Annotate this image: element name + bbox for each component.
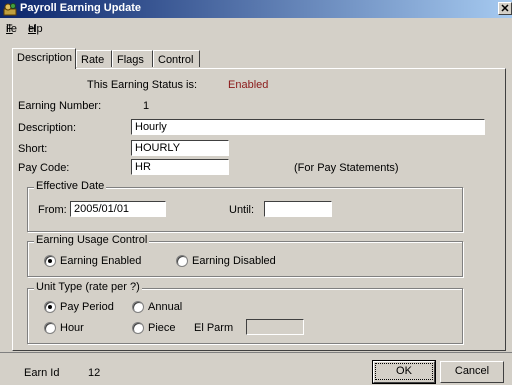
until-date-field[interactable] [264, 201, 332, 217]
tab-description[interactable]: Description [12, 48, 76, 69]
payroll-earning-update-window: Payroll Earning Update ✕ File Help Descr… [0, 0, 512, 385]
close-button[interactable]: ✕ [498, 2, 512, 15]
unit-type-group: Unit Type (rate per ?) Pay Period Annual… [27, 281, 463, 344]
footer-bar: Earn Id 12 OK Cancel [0, 352, 512, 386]
cancel-button[interactable]: Cancel [440, 361, 504, 383]
tab-rate[interactable]: Rate [76, 50, 112, 67]
el-parm-label: El Parm [194, 322, 234, 334]
earning-enabled-radio[interactable] [44, 255, 56, 267]
short-label: Short: [18, 143, 48, 155]
unit-type-legend: Unit Type (rate per ?) [34, 281, 142, 293]
close-icon: ✕ [500, 3, 510, 15]
description-field[interactable]: Hourly [131, 119, 485, 135]
from-date-field[interactable]: 2005/01/01 [70, 201, 166, 217]
earning-disabled-label[interactable]: Earning Disabled [192, 255, 276, 267]
earn-id-value: 12 [88, 367, 101, 379]
earning-usage-control-group: Earning Usage Control Earning Enabled Ea… [27, 234, 463, 277]
hour-radio[interactable] [44, 322, 56, 334]
ok-button[interactable]: OK [372, 360, 436, 384]
el-parm-field [246, 319, 304, 335]
earn-id-label: Earn Id [24, 367, 60, 379]
earning-status-label: This Earning Status is: [87, 79, 198, 91]
earning-disabled-radio[interactable] [176, 255, 188, 267]
pay-code-label: Pay Code: [18, 162, 70, 174]
menu-bar: File Help [6, 23, 43, 35]
from-label: From: [38, 204, 67, 216]
usage-control-legend: Earning Usage Control [34, 234, 150, 246]
window-title: Payroll Earning Update [20, 2, 142, 14]
earning-number-label: Earning Number: [18, 100, 102, 112]
app-icon [3, 3, 17, 16]
description-tab-panel: This Earning Status is: Enabled Earning … [12, 68, 506, 351]
effective-date-group: Effective Date From: 2005/01/01 Until: [27, 180, 463, 232]
earning-status-value: Enabled [228, 79, 269, 91]
hour-label[interactable]: Hour [60, 322, 84, 334]
annual-label[interactable]: Annual [148, 301, 182, 313]
pay-code-field[interactable]: HR [131, 159, 229, 175]
earning-enabled-label[interactable]: Earning Enabled [60, 255, 141, 267]
title-bar: Payroll Earning Update ✕ [0, 0, 512, 18]
effective-date-legend: Effective Date [34, 180, 107, 192]
tab-control[interactable]: Control [153, 50, 200, 67]
earning-number-value: 1 [143, 100, 150, 112]
tab-flags[interactable]: Flags [112, 50, 153, 67]
pay-period-radio[interactable] [44, 301, 56, 313]
pay-period-label[interactable]: Pay Period [60, 301, 114, 313]
piece-label[interactable]: Piece [148, 322, 176, 334]
description-label: Description: [18, 122, 77, 134]
short-field[interactable]: HOURLY [131, 140, 229, 156]
pay-code-note: (For Pay Statements) [294, 162, 399, 174]
until-label: Until: [229, 204, 255, 216]
annual-radio[interactable] [132, 301, 144, 313]
piece-radio[interactable] [132, 322, 144, 334]
